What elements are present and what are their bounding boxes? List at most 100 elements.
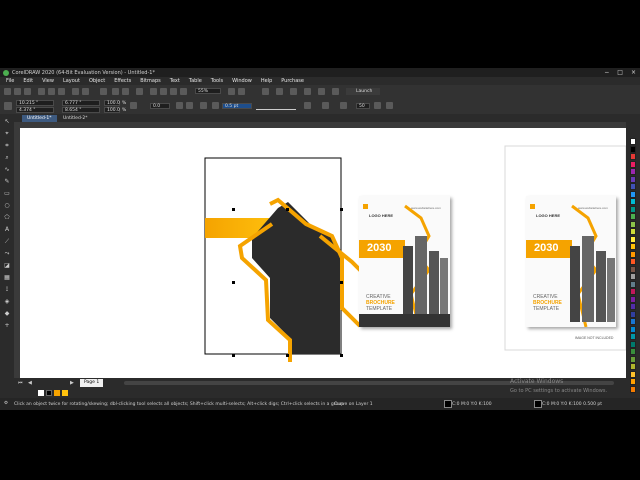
palette-swatch[interactable] <box>630 235 636 243</box>
x-position-field[interactable]: 10.215 " <box>16 100 54 106</box>
rotation-field[interactable]: 0.0 <box>150 103 170 109</box>
doc-swatch-yellow[interactable] <box>62 390 68 396</box>
palette-swatch[interactable] <box>630 168 636 175</box>
menu-layout[interactable]: Layout <box>63 78 80 84</box>
palette-swatch[interactable] <box>630 288 636 295</box>
menu-text[interactable]: Text <box>170 78 180 84</box>
menu-bitmaps[interactable]: Bitmaps <box>140 78 161 84</box>
palette-swatch[interactable] <box>630 250 636 258</box>
palette-swatch[interactable] <box>630 273 636 280</box>
palette-swatch[interactable] <box>630 333 636 340</box>
node-icon[interactable] <box>200 102 207 109</box>
palette-swatch[interactable] <box>630 160 636 168</box>
menu-view[interactable]: View <box>42 78 54 84</box>
close-button[interactable]: × <box>631 69 636 76</box>
palette-swatch[interactable] <box>630 243 636 250</box>
undo-icon[interactable] <box>72 88 79 95</box>
launch-button[interactable]: Launch <box>346 88 380 95</box>
cut-icon[interactable] <box>38 88 45 95</box>
artistic-media-icon[interactable]: ✎ <box>3 178 11 185</box>
new-document-icon[interactable] <box>4 88 11 95</box>
drop-shadow-icon[interactable]: ◪ <box>3 262 11 269</box>
eyedropper-tool-icon[interactable]: ⟟ <box>3 286 11 293</box>
palette-swatch[interactable] <box>630 190 636 198</box>
freehand-tool-icon[interactable]: ∿ <box>3 166 11 173</box>
transparency-tool-icon[interactable]: ▦ <box>3 274 11 281</box>
palette-swatch[interactable] <box>630 310 636 318</box>
snap-to-icon[interactable] <box>238 88 245 95</box>
menu-table[interactable]: Table <box>189 78 202 84</box>
palette-swatch[interactable] <box>630 265 636 273</box>
palette-swatch[interactable] <box>630 145 636 153</box>
zoom-tool-icon[interactable]: ⌕ <box>3 154 11 161</box>
object-origin-icon[interactable] <box>4 102 12 110</box>
menu-purchase[interactable]: Purchase <box>281 78 304 84</box>
palette-swatch[interactable] <box>630 385 636 393</box>
interactive-fill-icon[interactable]: ◈ <box>3 298 11 305</box>
import-icon[interactable] <box>112 88 119 95</box>
palette-swatch[interactable] <box>630 355 636 363</box>
nodes-field[interactable]: 50 <box>356 103 370 109</box>
pick-tool-icon[interactable]: ↖ <box>3 118 11 125</box>
palette-swatch[interactable] <box>630 175 636 183</box>
redo-icon[interactable] <box>82 88 89 95</box>
prev-page-icon[interactable]: ◀ <box>28 380 32 386</box>
menu-object[interactable]: Object <box>89 78 105 84</box>
end-arrow-icon[interactable] <box>322 102 329 109</box>
cloud-icon[interactable] <box>318 88 325 95</box>
maximize-button[interactable]: □ <box>617 69 623 76</box>
palette-swatch[interactable] <box>630 295 636 303</box>
arrange-icon[interactable] <box>386 102 393 109</box>
height-field[interactable]: 8.654 " <box>62 107 100 113</box>
palette-swatch[interactable] <box>630 340 636 348</box>
first-page-icon[interactable]: ⏮ <box>18 380 23 386</box>
fill-color-swatch[interactable] <box>444 400 452 408</box>
palette-swatch[interactable] <box>630 183 636 190</box>
copy-icon[interactable] <box>48 88 55 95</box>
ellipse-tool-icon[interactable]: ○ <box>3 202 11 209</box>
palette-swatch[interactable] <box>630 213 636 220</box>
selection-handle[interactable] <box>232 208 235 211</box>
guidelines-icon[interactable] <box>180 88 187 95</box>
text-tool-icon[interactable]: A <box>3 226 11 233</box>
menu-effects[interactable]: Effects <box>114 78 131 84</box>
paste-icon[interactable] <box>58 88 65 95</box>
open-icon[interactable] <box>14 88 21 95</box>
scale-height-field[interactable]: 100.0 <box>104 107 120 113</box>
palette-swatch[interactable] <box>630 138 636 145</box>
line-style-select[interactable] <box>256 103 296 110</box>
close-curve-icon[interactable] <box>340 102 347 109</box>
zoom-level-field[interactable]: 55% <box>195 88 221 94</box>
palette-swatch[interactable] <box>630 258 636 265</box>
palette-icon[interactable] <box>290 88 297 95</box>
brochure-preview-right[interactable]: LOGO HERE www.websitehere.com 2030 CREAT… <box>526 196 616 327</box>
menu-edit[interactable]: Edit <box>23 78 33 84</box>
brochure-preview-left[interactable]: LOGO HERE www.websitehere.com 2030 CREAT… <box>359 196 450 327</box>
lock-ratio-icon[interactable] <box>130 102 137 109</box>
selection-handle[interactable] <box>340 281 343 284</box>
palette-swatch[interactable] <box>630 378 636 385</box>
mirror-horizontal-icon[interactable] <box>176 102 183 109</box>
connector-tool-icon[interactable]: ⤳ <box>3 250 11 257</box>
selection-handle[interactable] <box>286 208 289 211</box>
smart-fill-icon[interactable]: ◆ <box>3 310 11 317</box>
tab-untitled-1[interactable]: Untitled-1* <box>22 115 57 122</box>
palette-swatch[interactable] <box>630 198 636 205</box>
palette-swatch[interactable] <box>630 280 636 288</box>
wrap-text-icon[interactable] <box>374 102 381 109</box>
options-icon[interactable] <box>262 88 269 95</box>
add-tool-icon[interactable]: + <box>3 322 11 329</box>
palette-swatch[interactable] <box>630 325 636 333</box>
page-1-tab[interactable]: Page 1 <box>80 379 104 387</box>
settings-icon[interactable] <box>332 88 339 95</box>
palette-swatch[interactable] <box>630 363 636 370</box>
rectangle-tool-icon[interactable]: ▭ <box>3 190 11 197</box>
full-screen-icon[interactable] <box>150 88 157 95</box>
polygon-tool-icon[interactable]: ⬠ <box>3 214 11 221</box>
doc-swatch-black[interactable] <box>46 390 52 396</box>
doc-swatch-orange[interactable] <box>54 390 60 396</box>
menu-file[interactable]: File <box>6 78 14 84</box>
selection-handle[interactable] <box>286 354 289 357</box>
search-icon[interactable] <box>100 88 107 95</box>
grid-icon[interactable] <box>170 88 177 95</box>
